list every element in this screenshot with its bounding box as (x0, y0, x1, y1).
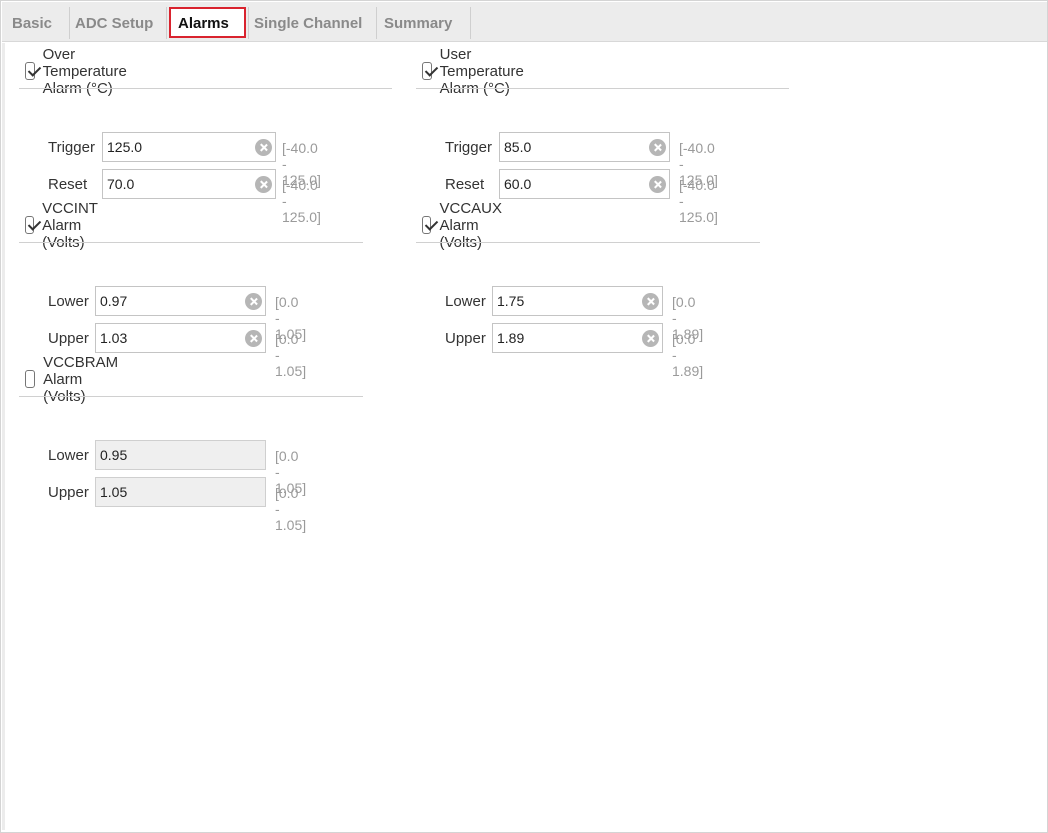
user-temp-trigger-input[interactable]: 85.0 (499, 132, 670, 162)
vccaux-lower-value: 1.75 (497, 293, 525, 309)
vccbram-lower-input: 0.95 (95, 440, 266, 470)
vccaux-header: VCCAUX Alarm (Volts) (422, 200, 511, 251)
group-divider (416, 242, 760, 243)
lower-label: Lower (445, 293, 486, 310)
upper-range: [0.0 - 1.05] (275, 485, 307, 533)
vccint-header: VCCINT Alarm (Volts) (25, 200, 107, 251)
vccint-upper-input[interactable]: 1.03 (95, 323, 266, 353)
upper-label: Upper (48, 330, 89, 347)
over-temp-reset-input[interactable]: 70.0 (102, 169, 276, 199)
vccint-upper-value: 1.03 (100, 330, 128, 346)
lower-label: Lower (48, 293, 89, 310)
vccint-lower-input[interactable]: 0.97 (95, 286, 266, 316)
vccint-checkbox[interactable] (25, 216, 35, 234)
user-temperature-header: User Temperature Alarm (°C) (422, 46, 532, 97)
reset-range: [-40.0 - 125.0] (282, 177, 321, 225)
user-temperature-checkbox[interactable] (422, 62, 432, 80)
reset-label: Reset (445, 176, 485, 193)
tab-single-channel[interactable]: Single Channel (244, 2, 372, 42)
clear-icon[interactable] (642, 293, 659, 310)
vccaux-upper-value: 1.89 (497, 330, 525, 346)
upper-label: Upper (445, 330, 486, 347)
tab-bar: Basic ADC Setup Alarms Single Channel Su… (2, 2, 1047, 42)
tab-divider (470, 7, 471, 39)
clear-icon[interactable] (649, 176, 666, 193)
trigger-label: Trigger (48, 139, 95, 156)
clear-icon[interactable] (255, 139, 272, 156)
tab-alarms[interactable]: Alarms (168, 2, 239, 42)
trigger-label: Trigger (445, 139, 492, 156)
over-temp-trigger-input[interactable]: 125.0 (102, 132, 276, 162)
over-temperature-checkbox[interactable] (25, 62, 35, 80)
vccbram-lower-value: 0.95 (100, 447, 128, 463)
vccbram-upper-value: 1.05 (100, 484, 128, 500)
user-temp-trigger-value: 85.0 (504, 139, 532, 155)
over-temp-reset-value: 70.0 (107, 176, 135, 192)
group-divider (19, 396, 363, 397)
upper-range: [0.0 - 1.05] (275, 331, 307, 379)
alarms-dialog: Basic ADC Setup Alarms Single Channel Su… (0, 0, 1048, 833)
upper-range: [0.0 - 1.89] (672, 331, 704, 379)
clear-icon[interactable] (642, 330, 659, 347)
over-temp-trigger-value: 125.0 (107, 139, 143, 155)
tab-adc-setup[interactable]: ADC Setup (65, 2, 163, 42)
over-temperature-header: Over Temperature Alarm (°C) (25, 46, 135, 97)
vccaux-lower-input[interactable]: 1.75 (492, 286, 663, 316)
group-divider (19, 88, 392, 89)
user-temp-reset-input[interactable]: 60.0 (499, 169, 670, 199)
group-divider (416, 88, 789, 89)
clear-icon[interactable] (245, 330, 262, 347)
vccaux-upper-input[interactable]: 1.89 (492, 323, 663, 353)
vccaux-checkbox[interactable] (422, 216, 432, 234)
vccbram-checkbox[interactable] (25, 370, 36, 388)
clear-icon[interactable] (245, 293, 262, 310)
vccbram-upper-input: 1.05 (95, 477, 266, 507)
group-divider (19, 242, 363, 243)
tab-basic[interactable]: Basic (2, 2, 62, 42)
tab-divider (166, 7, 167, 39)
reset-label: Reset (48, 176, 88, 193)
clear-icon[interactable] (649, 139, 666, 156)
reset-range: [-40.0 - 125.0] (679, 177, 718, 225)
upper-label: Upper (48, 484, 89, 501)
vccbram-header: VCCBRAM Alarm (Volts) (25, 354, 126, 405)
tab-summary[interactable]: Summary (374, 2, 462, 42)
alarms-panel: Over Temperature Alarm (°C) Trigger 125.… (5, 43, 1045, 830)
lower-label: Lower (48, 447, 89, 464)
vccint-lower-value: 0.97 (100, 293, 128, 309)
user-temp-reset-value: 60.0 (504, 176, 532, 192)
clear-icon[interactable] (255, 176, 272, 193)
